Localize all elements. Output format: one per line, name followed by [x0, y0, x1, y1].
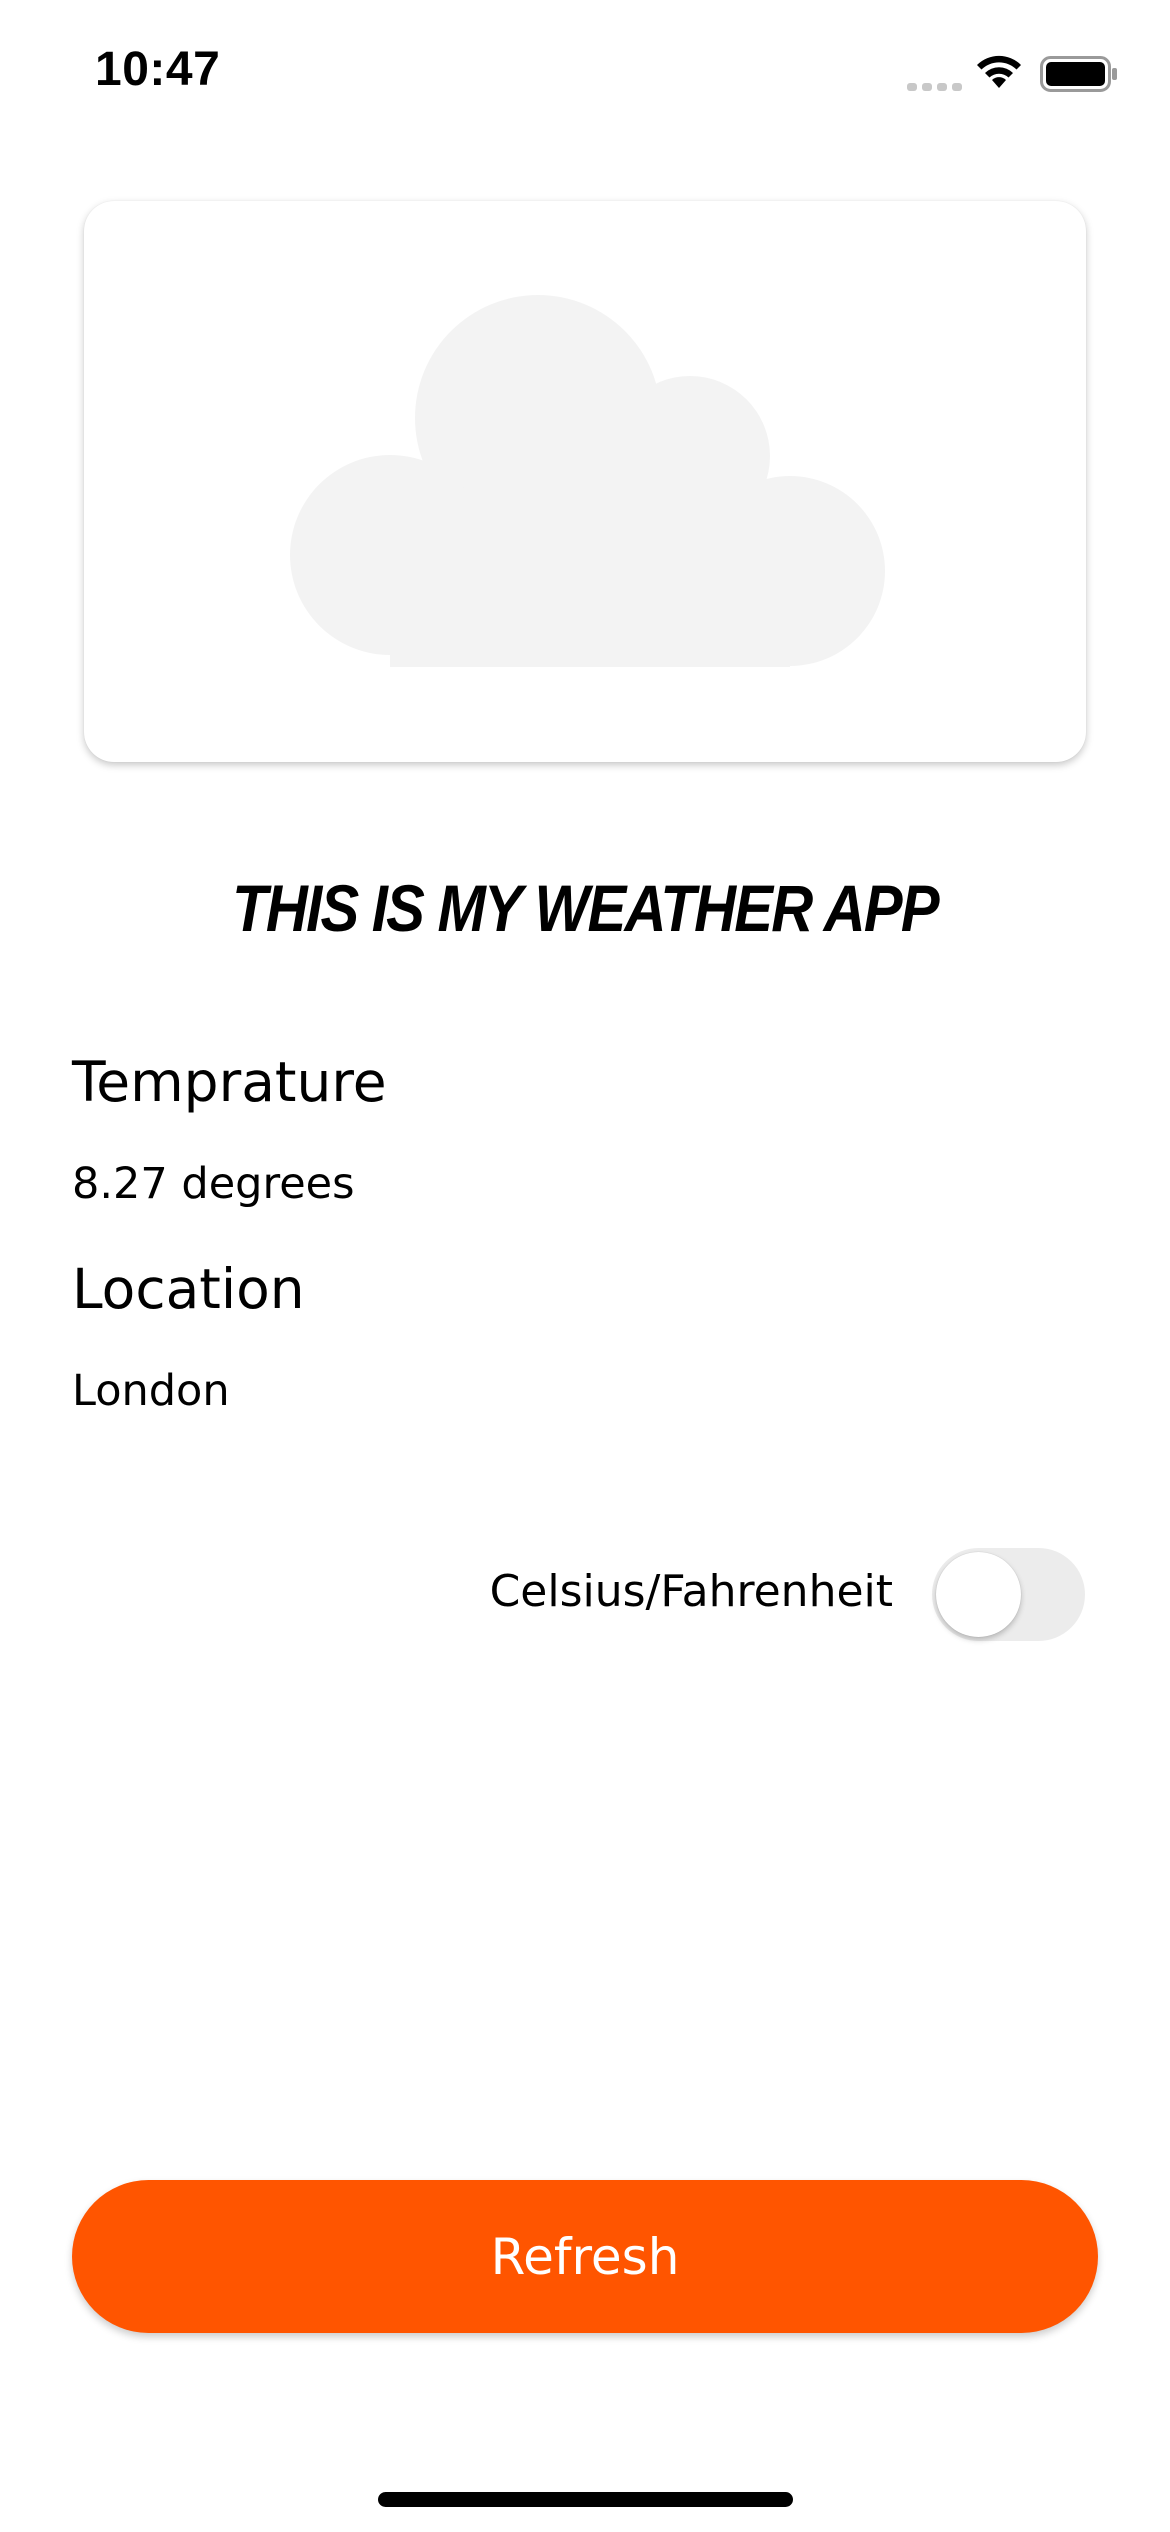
battery-icon	[1040, 56, 1117, 92]
location-value: London	[72, 1366, 230, 1416]
unit-toggle-label: Celsius/Fahrenheit	[489, 1566, 893, 1617]
unit-toggle-switch[interactable]	[932, 1548, 1085, 1641]
app-title: THIS IS MY WEATHER APP	[232, 871, 939, 945]
location-heading: Location	[72, 1257, 305, 1321]
temperature-heading: Temprature	[72, 1050, 387, 1114]
refresh-button[interactable]: Refresh	[72, 2180, 1098, 2333]
wifi-icon	[977, 55, 1021, 88]
cloud-icon	[290, 295, 885, 667]
temperature-value: 8.27 degrees	[72, 1159, 355, 1209]
status-time: 10:47	[95, 43, 221, 96]
home-indicator	[378, 2492, 793, 2507]
status-bar: 10:47	[0, 0, 1170, 150]
weather-image-card	[84, 201, 1086, 762]
toggle-knob	[936, 1552, 1021, 1637]
cellular-signal-icon	[907, 83, 962, 91]
